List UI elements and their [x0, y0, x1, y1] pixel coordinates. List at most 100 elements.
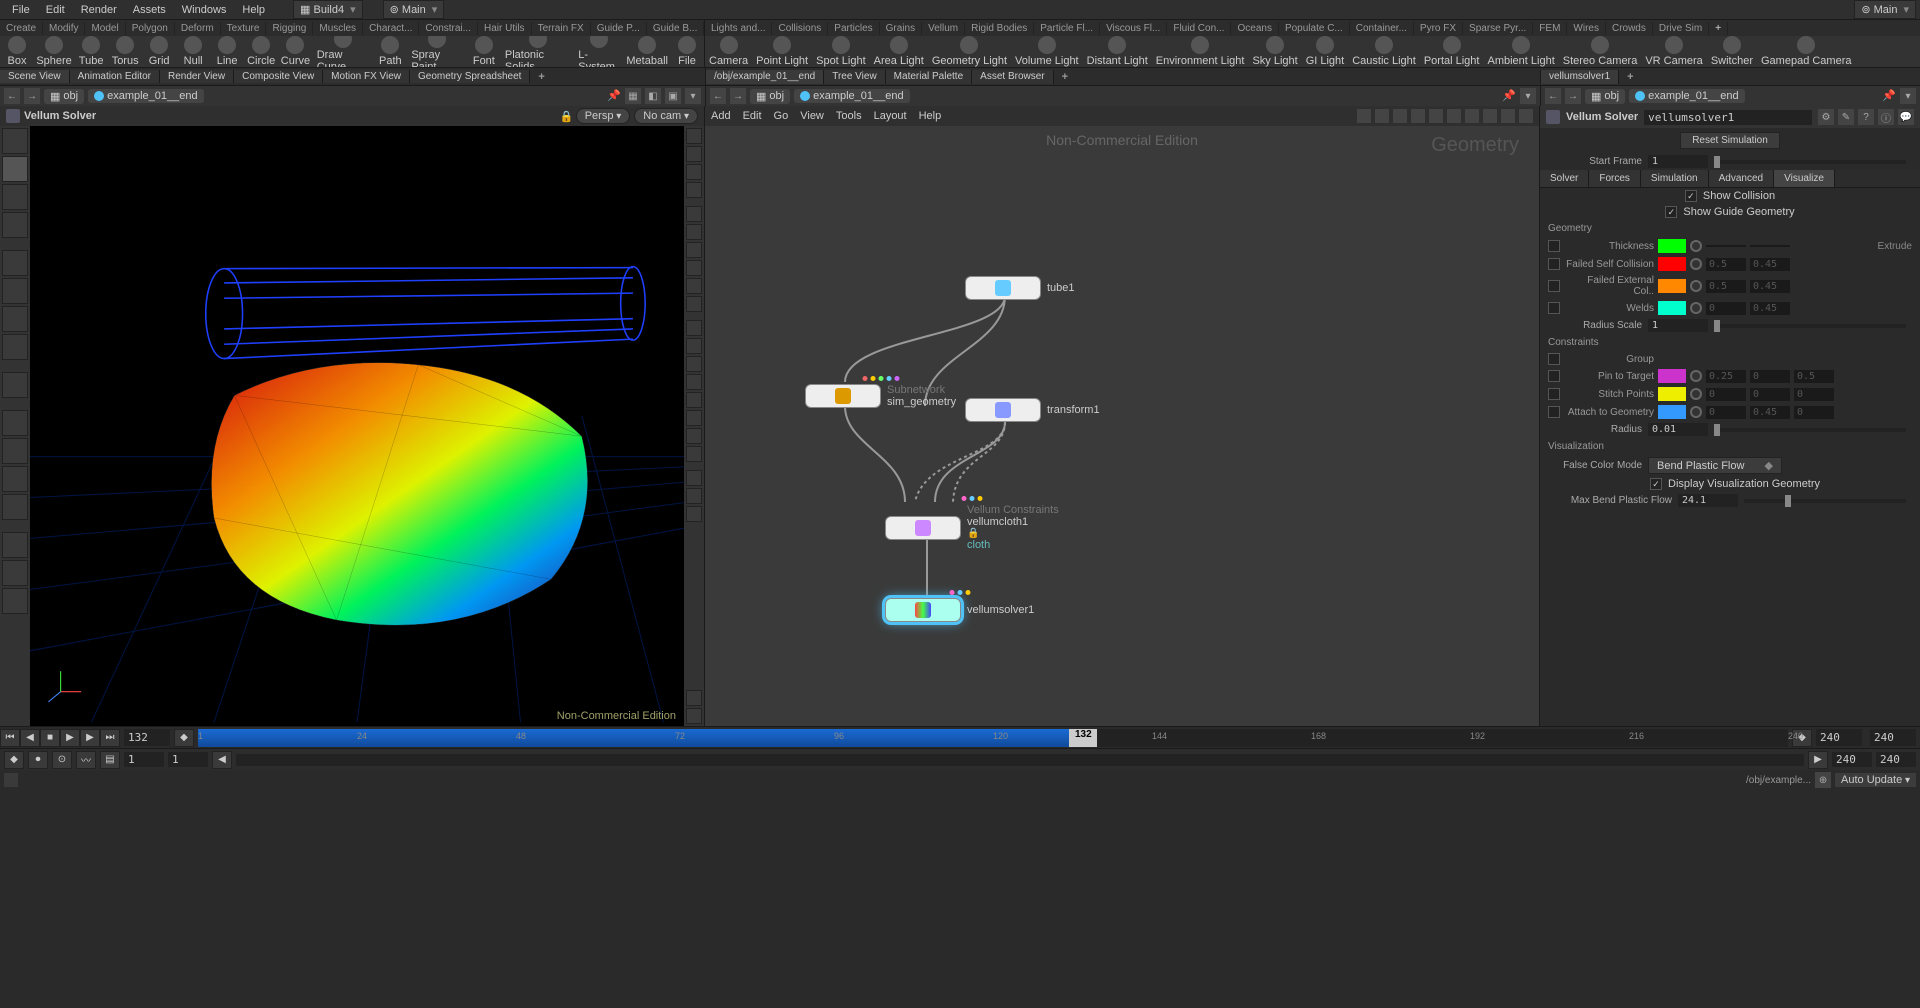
- sub-field2[interactable]: 1: [168, 752, 208, 767]
- failed-ext-radio[interactable]: [1690, 280, 1702, 292]
- tool-5[interactable]: Volume Light: [1011, 36, 1083, 67]
- pin-icon[interactable]: 📌: [607, 89, 621, 103]
- show-collision-checkbox[interactable]: [1685, 190, 1697, 202]
- select-contained-tool[interactable]: [2, 212, 28, 238]
- comment-icon[interactable]: 💬: [1898, 109, 1914, 125]
- render-region-tool[interactable]: [2, 560, 28, 586]
- radius-scale-field[interactable]: 1: [1648, 319, 1708, 332]
- pane-tab-1[interactable]: Tree View: [824, 70, 885, 84]
- tab-3[interactable]: Polygon: [126, 22, 175, 35]
- next-frame-button[interactable]: ▶: [80, 729, 100, 747]
- link-icon[interactable]: [1483, 109, 1497, 123]
- range-end2-field[interactable]: 240: [1870, 729, 1916, 746]
- key-prev-button[interactable]: ◆: [174, 729, 194, 747]
- tool-12[interactable]: Ambient Light: [1483, 36, 1558, 67]
- path-root[interactable]: ▦obj: [750, 89, 790, 104]
- tab-1[interactable]: Modify: [43, 22, 85, 35]
- tab-2[interactable]: Model: [85, 22, 125, 35]
- wrench-icon[interactable]: [1357, 109, 1371, 123]
- desktop-selector-right[interactable]: ⊚ Main▾: [1854, 0, 1916, 19]
- failed-ext-v2[interactable]: 0.45: [1750, 280, 1790, 293]
- pin-checkbox[interactable]: [1548, 370, 1560, 382]
- thickness-val2[interactable]: [1750, 245, 1790, 247]
- options-icon[interactable]: ▾: [685, 88, 701, 104]
- tab-8[interactable]: Charact...: [363, 22, 419, 35]
- pane-tab-2[interactable]: Material Palette: [886, 70, 972, 84]
- tab-9[interactable]: Oceans: [1231, 22, 1278, 35]
- node-vellumcloth1[interactable]: Vellum Constraintsvellumcloth1🔒cloth: [885, 504, 1059, 551]
- node-transform1[interactable]: transform1: [965, 398, 1100, 422]
- background-icon[interactable]: [686, 488, 702, 504]
- pin-v1[interactable]: 0.25: [1706, 370, 1746, 383]
- first-frame-button[interactable]: ⏮: [0, 729, 20, 747]
- scroll-left-button[interactable]: ◀: [212, 751, 232, 769]
- tab-18[interactable]: +: [1709, 22, 1728, 35]
- autokey-button[interactable]: ⏺: [28, 751, 48, 769]
- tab-advanced[interactable]: Advanced: [1709, 170, 1774, 187]
- nav-fwd-icon[interactable]: →: [730, 88, 746, 104]
- tool-2[interactable]: Spot Light: [812, 36, 870, 67]
- attach-v1[interactable]: 0: [1706, 406, 1746, 419]
- pane-tab-3[interactable]: Composite View: [234, 70, 323, 83]
- net-menu-view[interactable]: View: [800, 110, 824, 122]
- ghost-icon[interactable]: [686, 164, 702, 180]
- path-obj[interactable]: example_01__end: [794, 89, 910, 103]
- welds-color[interactable]: [1658, 301, 1686, 315]
- path-obj[interactable]: example_01__end: [88, 89, 204, 103]
- stack-icon[interactable]: [1429, 109, 1443, 123]
- cplane-ortho-tool[interactable]: [2, 466, 28, 492]
- tool-8[interactable]: Sky Light: [1248, 36, 1301, 67]
- node-tube1[interactable]: tube1: [965, 276, 1075, 300]
- net-menu-add[interactable]: Add: [711, 110, 731, 122]
- pane-tab-6[interactable]: +: [530, 70, 552, 84]
- attach-checkbox[interactable]: [1548, 406, 1560, 418]
- info-icon[interactable]: [686, 690, 702, 706]
- light-tool[interactable]: [2, 588, 28, 614]
- tab-0[interactable]: Create: [0, 22, 43, 35]
- display-viz-checkbox[interactable]: [1650, 478, 1662, 490]
- tab-12[interactable]: Pyro FX: [1414, 22, 1463, 35]
- palette-icon[interactable]: [1447, 109, 1461, 123]
- tool-15[interactable]: Metaball: [624, 36, 670, 67]
- tool-11[interactable]: Portal Light: [1420, 36, 1484, 67]
- tab-0[interactable]: Lights and...: [705, 22, 772, 35]
- attach-v2[interactable]: 0.45: [1750, 406, 1790, 419]
- stitch-v1[interactable]: 0: [1706, 388, 1746, 401]
- view-tool[interactable]: [2, 128, 28, 154]
- pane-tab-3[interactable]: Asset Browser: [972, 70, 1053, 84]
- 3d-viewport[interactable]: Non-Commercial Edition: [30, 126, 684, 726]
- gamma-icon[interactable]: [686, 446, 702, 462]
- tab-13[interactable]: Guide B...: [647, 22, 704, 35]
- tool-0[interactable]: Box: [0, 36, 34, 67]
- thickness-color[interactable]: [1658, 239, 1686, 253]
- reset-simulation-button[interactable]: Reset Simulation: [1680, 132, 1780, 149]
- options-icon[interactable]: ▾: [1900, 88, 1916, 104]
- pane-tab-5[interactable]: Geometry Spreadsheet: [410, 70, 530, 83]
- nav-back-icon[interactable]: ←: [1545, 88, 1561, 104]
- toggle-icon[interactable]: [686, 506, 702, 522]
- point-marker-icon[interactable]: [686, 224, 702, 240]
- table-button[interactable]: ▤: [100, 751, 120, 769]
- tab-9[interactable]: Constrai...: [419, 22, 478, 35]
- nav-fwd-icon[interactable]: →: [24, 88, 40, 104]
- menu-render[interactable]: Render: [73, 2, 125, 18]
- tool-12[interactable]: Font: [467, 36, 501, 67]
- prev-frame-button[interactable]: ◀: [20, 729, 40, 747]
- net-menu-edit[interactable]: Edit: [743, 110, 762, 122]
- tool-8[interactable]: Curve: [278, 36, 313, 67]
- end-field2[interactable]: 240: [1876, 752, 1916, 767]
- radius-scale-slider[interactable]: [1714, 324, 1906, 328]
- path-obj[interactable]: example_01__end: [1629, 89, 1745, 103]
- stitch-v3[interactable]: 0: [1794, 388, 1834, 401]
- tool-4[interactable]: Geometry Light: [928, 36, 1011, 67]
- failed-ext-v1[interactable]: 0.5: [1706, 280, 1746, 293]
- help-icon[interactable]: ?: [1858, 109, 1874, 125]
- script-icon[interactable]: ✎: [1838, 109, 1854, 125]
- label-abc-icon[interactable]: [686, 470, 702, 486]
- stitch-checkbox[interactable]: [1548, 388, 1560, 400]
- attach-color[interactable]: [1658, 405, 1686, 419]
- camera-dropdown-nocam[interactable]: No cam ▾: [634, 108, 698, 124]
- pane-tab-4[interactable]: +: [1054, 70, 1076, 84]
- tab-13[interactable]: Sparse Pyr...: [1463, 22, 1533, 35]
- max-bend-slider[interactable]: [1744, 499, 1906, 503]
